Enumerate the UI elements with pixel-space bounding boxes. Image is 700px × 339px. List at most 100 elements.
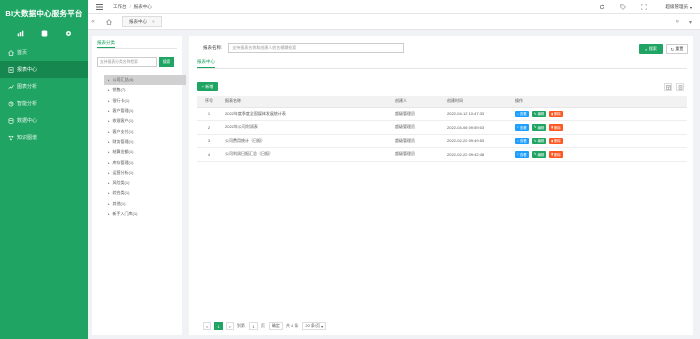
- tag-icon[interactable]: [619, 3, 627, 11]
- sidebar-item-label: 知识图谱: [17, 135, 38, 141]
- caret-right-icon: ▸: [108, 181, 110, 186]
- menu-toggle-icon[interactable]: [96, 3, 106, 10]
- tabs-scroll-right-icon[interactable]: »: [676, 19, 679, 25]
- breadcrumb: 工作台 / 报表中心: [113, 4, 152, 10]
- goto-confirm-button[interactable]: 确定: [268, 322, 283, 330]
- table-row: 1 2022年度季度全国媒体发展统计表 超级管理员 2022-04-12 10:…: [197, 107, 687, 121]
- chart-icon: [7, 83, 14, 90]
- table-tools: [660, 83, 684, 91]
- caret-right-icon: ▸: [108, 119, 110, 124]
- sidebar-item-report-center[interactable]: 报表中心: [0, 61, 88, 78]
- category-search-input[interactable]: 支持报表分类名称检索: [97, 57, 157, 67]
- search-button[interactable]: ⌕ 搜索: [639, 44, 663, 54]
- edit-button[interactable]: ✎ 编辑: [531, 124, 547, 131]
- category-item[interactable]: ▸ 收银客户(1): [104, 116, 186, 126]
- category-item[interactable]: ▸ 客户管理(1): [104, 106, 186, 116]
- table-header-row: 序号 报表名称 创建人 创建时间 操作: [197, 96, 687, 108]
- edit-button[interactable]: ✎ 编辑: [531, 137, 547, 144]
- main-panel: 报表名称: 支持报表名称和创建人姓名模糊检索 ⌕ 搜索 ↻ 重置 报表中心 + 新增…: [189, 36, 693, 335]
- caret-right-icon: ▸: [108, 129, 110, 134]
- category-item[interactable]: ▸ 银行卡(1): [104, 96, 186, 106]
- report-table: 序号 报表名称 创建人 创建时间 操作 1 2022年度季度全国媒体发展统计表 …: [197, 96, 687, 162]
- caret-down-icon: ▾: [321, 323, 324, 329]
- tabs-bar-right: » ▾: [666, 14, 692, 30]
- category-item[interactable]: ▸ 风险类(1): [104, 178, 186, 188]
- fullscreen-icon[interactable]: [640, 3, 648, 11]
- gear-icon[interactable]: [63, 28, 73, 38]
- edit-button[interactable]: ✎ 编辑: [531, 110, 547, 117]
- tabs-menu-icon[interactable]: ▾: [689, 19, 692, 26]
- column-header: 创建人: [391, 96, 443, 108]
- next-page-button[interactable]: >: [225, 322, 234, 330]
- sidebar-item-home[interactable]: 首页: [0, 44, 88, 61]
- sidebar: BI大数据中心服务平台 首页 报表中心 图表分析 智能分析 数据中心 知识图谱: [0, 0, 88, 339]
- search-icon: ⌕: [517, 125, 519, 130]
- category-item[interactable]: ▸ 其他(1): [104, 199, 186, 209]
- delete-button[interactable]: ▮ 删除: [549, 151, 563, 158]
- edit-button[interactable]: ✎ 编辑: [531, 151, 547, 158]
- add-report-button[interactable]: + 新增: [197, 82, 218, 91]
- search-label: 报表名称:: [203, 45, 223, 50]
- caret-right-icon: ▸: [108, 78, 110, 83]
- report-search-input[interactable]: 支持报表名称和创建人姓名模糊检索: [228, 43, 405, 53]
- page-size-select[interactable]: 20 条/页 ▾: [302, 322, 327, 330]
- cell-creator: 超级管理员: [391, 134, 443, 148]
- tabs-scroll-left-icon[interactable]: «: [88, 19, 98, 25]
- trash-icon: ▮: [551, 138, 554, 143]
- cell-ops: ⌕ 查看 ✎ 编辑 ▮ 删除: [511, 120, 687, 135]
- tab-report-center-list[interactable]: 报表中心: [197, 59, 215, 68]
- sidebar-item-smart-analysis[interactable]: 智能分析: [0, 95, 88, 112]
- cell-name: 公司利润日报汇总（日报）: [221, 147, 391, 162]
- content-area: 报表分类 支持报表分类名称检索 搜索 ▸ 公司汇总(4) ▸ 销售(7) ▸ 银行卡(…: [88, 30, 700, 339]
- category-search-button[interactable]: 搜索: [159, 57, 174, 67]
- tab-report-center[interactable]: 报表中心 ×: [122, 16, 162, 27]
- database-icon[interactable]: [39, 28, 49, 38]
- category-item[interactable]: ▸ 运营分析(1): [104, 168, 186, 178]
- category-item[interactable]: ▸ 销售(7): [104, 85, 186, 95]
- category-item[interactable]: ▸ 库存管理(1): [104, 157, 186, 167]
- breadcrumb-item[interactable]: 工作台: [113, 4, 127, 10]
- refresh-icon[interactable]: [598, 3, 606, 11]
- view-button[interactable]: ⌕ 查看: [515, 124, 529, 131]
- app-title: BI大数据中心服务平台: [5, 8, 83, 18]
- user-menu[interactable]: 超级管理员 ▾: [665, 4, 692, 10]
- column-header: 报表名称: [221, 96, 391, 108]
- view-button[interactable]: ⌕ 查看: [515, 110, 529, 117]
- cell-time: 2022-02-22 09:42:48: [443, 147, 511, 162]
- delete-button[interactable]: ▮ 删除: [549, 124, 563, 131]
- category-panel: 报表分类 支持报表分类名称检索 搜索 ▸ 公司汇总(4) ▸ 销售(7) ▸ 银行卡(…: [92, 36, 186, 335]
- category-item[interactable]: ▸ 公司汇总(4): [104, 75, 186, 86]
- close-icon[interactable]: ×: [152, 19, 155, 24]
- sidebar-item-chart-analysis[interactable]: 图表分析: [0, 78, 88, 95]
- home-icon: [7, 49, 14, 56]
- page-unit: 页: [260, 323, 265, 328]
- divider: [197, 68, 687, 69]
- delete-button[interactable]: ▮ 删除: [549, 137, 563, 144]
- sidebar-item-data-center[interactable]: 数据中心: [0, 112, 88, 129]
- caret-right-icon: ▸: [108, 170, 110, 175]
- search-icon: ⌕: [517, 111, 519, 116]
- chart-icon[interactable]: [15, 28, 25, 38]
- category-item[interactable]: ▸ 综合类(1): [104, 188, 186, 198]
- search-icon: ⌕: [645, 46, 648, 52]
- category-item[interactable]: ▸ 结算金额(1): [104, 147, 186, 157]
- cell-ops: ⌕ 查看 ✎ 编辑 ▮ 删除: [511, 134, 687, 148]
- page-button[interactable]: 1: [214, 322, 223, 330]
- delete-button[interactable]: ▮ 删除: [549, 110, 563, 117]
- category-item[interactable]: ▸ 客户支付(1): [104, 126, 186, 136]
- view-button[interactable]: ⌕ 查看: [515, 137, 529, 144]
- reset-button[interactable]: ↻ 重置: [666, 44, 688, 54]
- prev-page-button[interactable]: <: [203, 322, 212, 330]
- sidebar-item-label: 数据中心: [17, 118, 38, 124]
- edit-icon: ✎: [533, 152, 537, 157]
- view-button[interactable]: ⌕ 查看: [515, 151, 529, 158]
- goto-page-input[interactable]: 1: [248, 322, 258, 330]
- category-panel-title: 报表分类: [97, 40, 115, 48]
- columns-icon[interactable]: [664, 83, 672, 91]
- home-tab-icon[interactable]: [104, 18, 114, 25]
- export-icon[interactable]: [676, 83, 684, 91]
- category-item[interactable]: ▸ 新手入门库(1): [104, 209, 186, 219]
- cell-name: 公司费用统计（日报）: [221, 134, 391, 148]
- sidebar-item-knowledge-graph[interactable]: 知识图谱: [0, 129, 88, 146]
- category-item[interactable]: ▸ 财务管理(1): [104, 137, 186, 147]
